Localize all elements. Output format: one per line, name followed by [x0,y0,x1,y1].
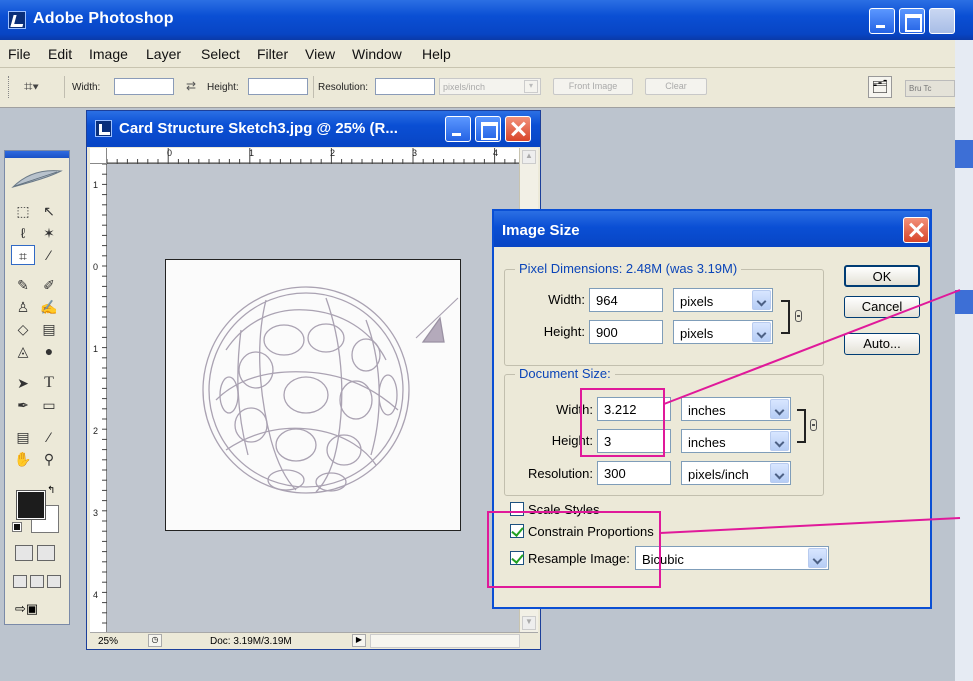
annotation-box-checkboxes [487,511,661,588]
annotation-overlay [487,289,961,588]
annotation-box-document-size [580,388,665,457]
annotation-line-top [663,289,961,405]
foreground-color-swatch-front[interactable] [16,490,46,520]
annotation-line-bottom [659,517,961,534]
